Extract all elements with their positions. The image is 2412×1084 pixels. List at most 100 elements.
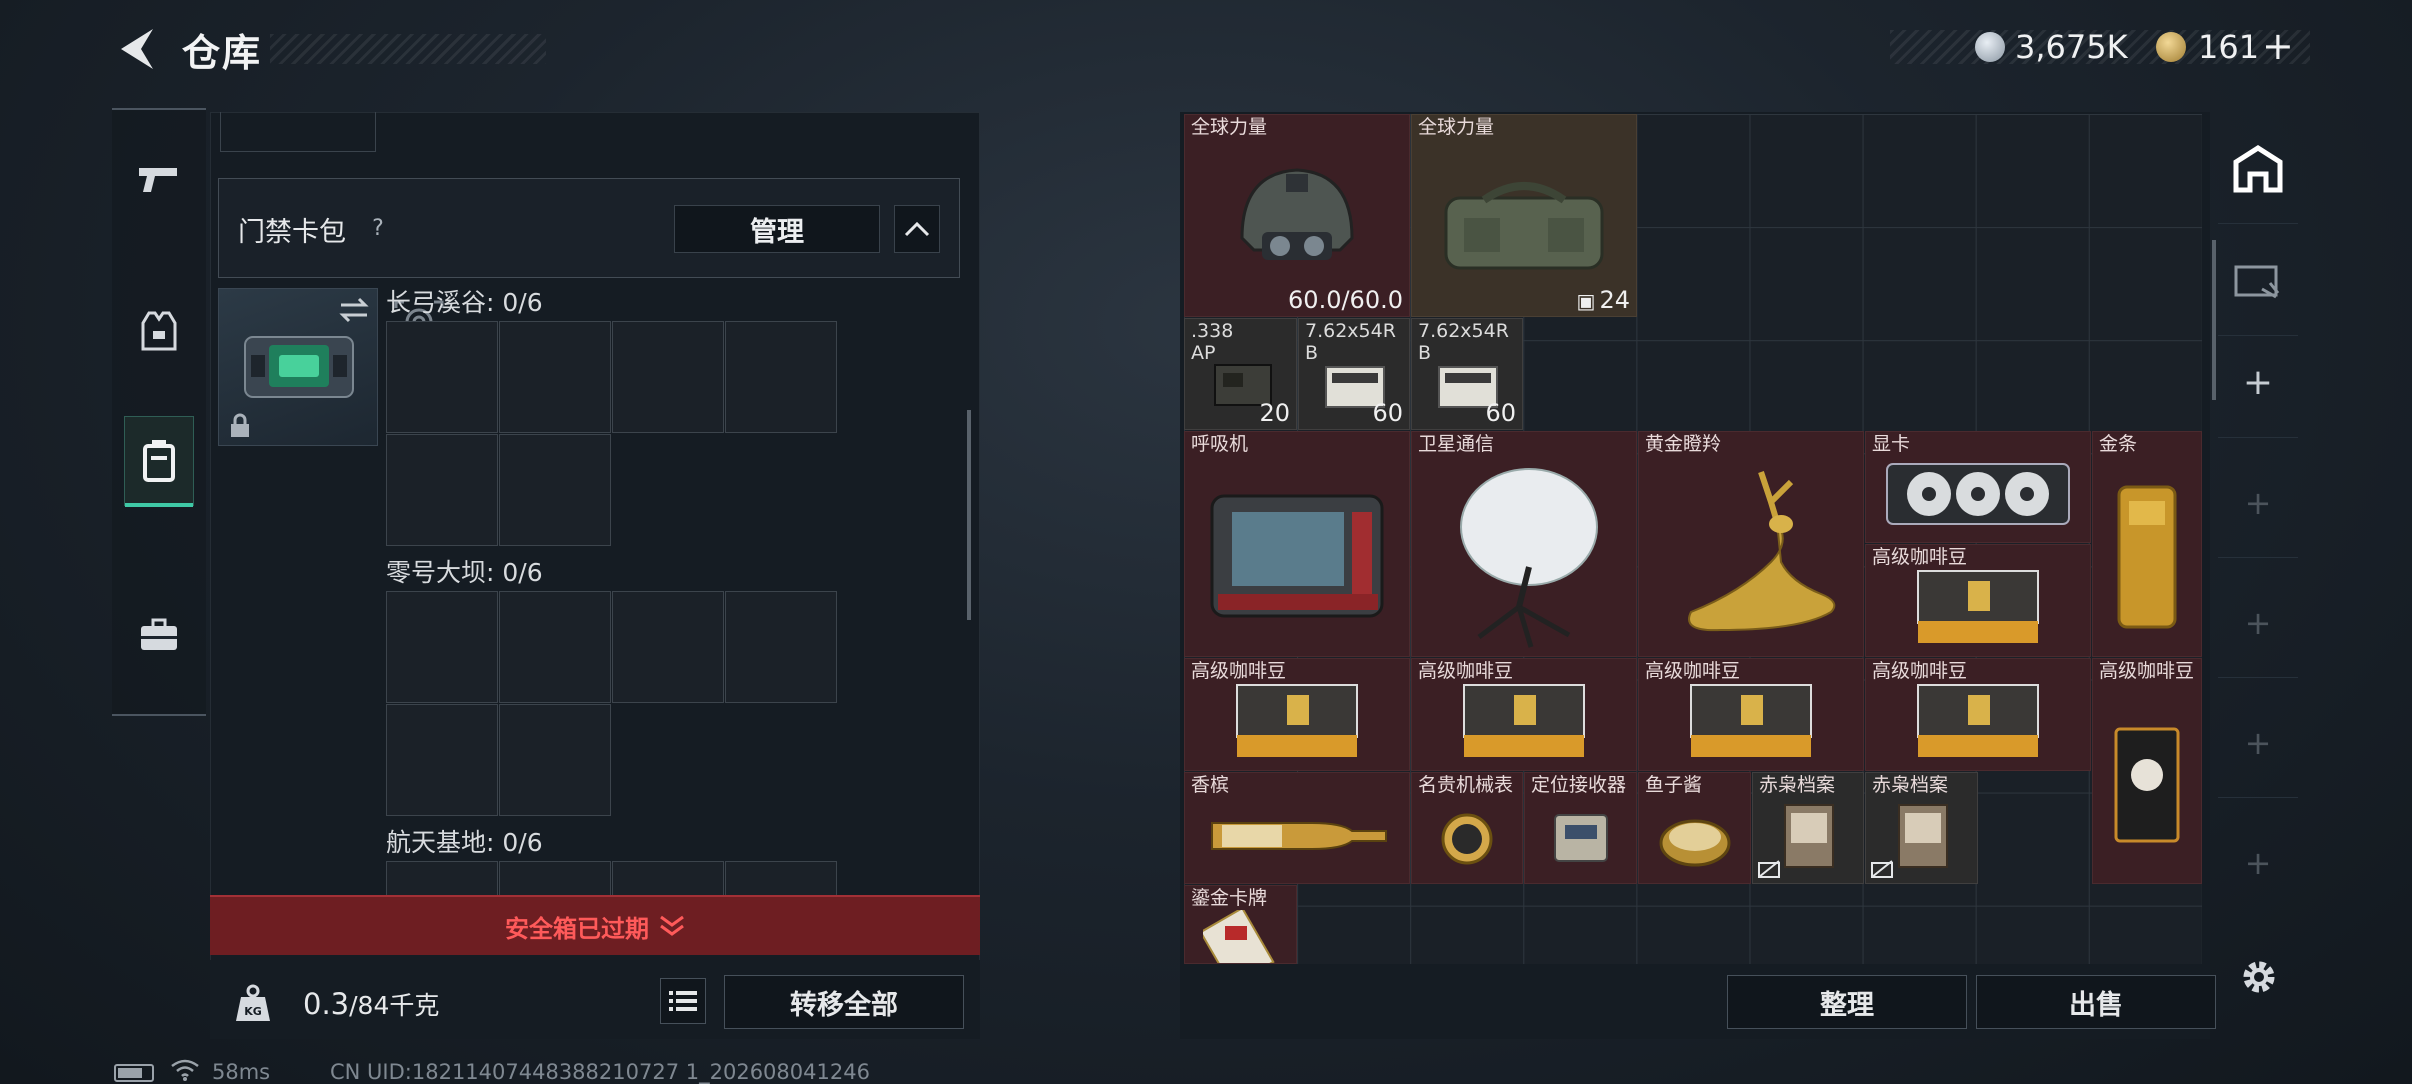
item-count: 20 xyxy=(1259,399,1290,427)
keycard-slot[interactable] xyxy=(218,288,378,446)
no-insure-icon xyxy=(1871,860,1893,878)
item-caviar[interactable]: 鱼子酱 xyxy=(1638,772,1751,884)
grid-slot[interactable] xyxy=(612,591,724,703)
locked-stash-page[interactable]: + xyxy=(2218,448,2298,558)
item-premium-coffee[interactable]: 高级咖啡豆 xyxy=(1184,658,1410,771)
sell-button[interactable]: 出售 xyxy=(1976,975,2216,1029)
grid-slot[interactable] xyxy=(499,861,611,895)
stash-grid: 全球力量 60.0/60.0 全球力量 ▣ 24 .338 AP 20 7.62x… xyxy=(1184,114,2202,964)
stash-page-transfer[interactable] xyxy=(2218,226,2298,336)
grid-slot[interactable] xyxy=(386,434,498,546)
grid-slot[interactable] xyxy=(386,321,498,433)
weight-capacity: /84千克 xyxy=(349,991,440,1020)
locked-stash-page[interactable]: + xyxy=(2218,688,2298,798)
helmet-icon xyxy=(1240,168,1354,260)
nav-weapons[interactable] xyxy=(124,134,194,224)
grid-slot[interactable] xyxy=(386,861,498,895)
toolbox-icon xyxy=(141,618,177,650)
item-name: 鱼子酱 xyxy=(1645,774,1703,796)
item-gilded-card[interactable]: 鎏金卡牌 xyxy=(1184,885,1297,964)
wifi-icon xyxy=(171,1059,199,1081)
weight-value: 0.3 xyxy=(303,987,350,1021)
primary-currency-value: 3,675K xyxy=(2015,28,2128,66)
svg-text:KG: KG xyxy=(244,1005,262,1018)
stash-page-main[interactable] xyxy=(2218,114,2298,224)
stash-page-nav: + + + + + xyxy=(2218,114,2298,974)
crate-icon xyxy=(2234,265,2280,298)
item-ammo-762[interactable]: 7.62x54R B 60 xyxy=(1298,318,1410,430)
sort-button[interactable]: 整理 xyxy=(1727,975,1967,1029)
grid-slot[interactable] xyxy=(725,591,837,703)
item-positioning-receiver[interactable]: 定位接收器 xyxy=(1524,772,1637,884)
coffee-bag-icon xyxy=(1917,684,2039,758)
grid-slot[interactable] xyxy=(499,591,611,703)
item-premium-coffee[interactable]: 高级咖啡豆 xyxy=(1411,658,1637,771)
item-helmet[interactable]: 全球力量 60.0/60.0 xyxy=(1184,114,1410,317)
transfer-all-button[interactable]: 转移全部 xyxy=(724,975,964,1029)
help-button[interactable]: ? xyxy=(364,214,392,242)
item-name: 定位接收器 xyxy=(1531,774,1627,796)
item-red-owl-dossier[interactable]: 赤枭档案 xyxy=(1865,772,1978,884)
item-graphics-card[interactable]: 显卡 xyxy=(1865,431,2091,543)
item-premium-coffee[interactable]: 高级咖啡豆 xyxy=(1638,658,1864,771)
item-red-owl-dossier[interactable]: 赤枭档案 xyxy=(1752,772,1864,884)
item-champagne[interactable]: 香槟 xyxy=(1184,772,1410,884)
left-scrollbar[interactable] xyxy=(967,410,971,620)
item-premium-coffee[interactable]: 高级咖啡豆 xyxy=(2092,658,2202,884)
add-stash-page-button[interactable]: + xyxy=(2218,328,2298,438)
previous-slot xyxy=(220,112,376,152)
coffee-bag-icon xyxy=(1236,684,1358,758)
stash-scrollbar[interactable] xyxy=(2212,240,2216,400)
section-grid-zero-dam xyxy=(386,591,838,819)
lock-icon xyxy=(231,413,249,437)
item-name: 赤枭档案 xyxy=(1872,774,1949,796)
card-pack-label: 门禁卡包 xyxy=(238,217,346,248)
list-view-button[interactable] xyxy=(660,978,706,1024)
item-ventilator[interactable]: 呼吸机 xyxy=(1184,431,1410,657)
grid-slot[interactable] xyxy=(499,321,611,433)
swap-icon xyxy=(339,297,369,323)
grid-slot[interactable] xyxy=(386,704,498,816)
item-premium-coffee[interactable]: 高级咖啡豆 xyxy=(1865,544,2091,657)
nav-armor[interactable] xyxy=(124,286,194,376)
grid-slot[interactable] xyxy=(612,861,724,895)
locked-stash-page[interactable]: + xyxy=(2218,808,2298,918)
item-golden-gazelle[interactable]: 黄金瞪羚 xyxy=(1638,431,1864,657)
case-icon xyxy=(143,440,175,482)
item-ammo-762[interactable]: 7.62x54R B 60 xyxy=(1411,318,1523,430)
grid-slot[interactable] xyxy=(725,861,837,895)
grid-slot[interactable] xyxy=(612,321,724,433)
expired-label: 安全箱已过期 xyxy=(505,914,649,943)
collapse-button[interactable] xyxy=(894,205,940,253)
item-gold-bar[interactable]: 金条 xyxy=(2092,431,2202,657)
section-label-changgong: 长弓溪谷: 0/6 xyxy=(386,288,543,317)
item-durability: 60.0/60.0 xyxy=(1288,286,1403,314)
secondary-currency-value: 161 xyxy=(2198,28,2260,66)
locked-stash-page[interactable]: + xyxy=(2218,568,2298,678)
item-premium-coffee[interactable]: 高级咖啡豆 xyxy=(1865,658,2091,771)
backpack-icon xyxy=(1444,181,1604,270)
item-capacity: ▣ 24 xyxy=(1576,286,1630,314)
settings-button[interactable] xyxy=(2234,952,2284,1002)
section-grid-space-base xyxy=(386,861,838,895)
item-luxury-watch[interactable]: 名贵机械表 xyxy=(1411,772,1523,884)
grid-slot[interactable] xyxy=(386,591,498,703)
manage-button[interactable]: 管理 xyxy=(674,205,880,253)
item-count: 60 xyxy=(1485,399,1516,427)
nav-toolbox[interactable] xyxy=(124,590,194,680)
item-ammo-338[interactable]: .338 AP 20 xyxy=(1184,318,1297,430)
grid-slot[interactable] xyxy=(499,704,611,816)
item-satellite-comms[interactable]: 卫星通信 xyxy=(1411,431,1637,657)
item-backpack[interactable]: 全球力量 ▣ 24 xyxy=(1411,114,1637,317)
receiver-icon xyxy=(1553,813,1608,862)
nav-containers[interactable] xyxy=(124,416,194,507)
grid-slot[interactable] xyxy=(725,321,837,433)
left-category-nav xyxy=(112,108,206,716)
safebox-expired-banner[interactable]: 安全箱已过期 xyxy=(210,895,980,955)
back-button[interactable] xyxy=(112,24,162,74)
add-currency-button[interactable]: + xyxy=(2262,24,2294,68)
grid-slot[interactable] xyxy=(499,434,611,546)
chevron-double-down-icon xyxy=(660,915,684,936)
no-insure-icon xyxy=(1758,860,1780,878)
item-name: 全球力量 xyxy=(1191,116,1268,138)
